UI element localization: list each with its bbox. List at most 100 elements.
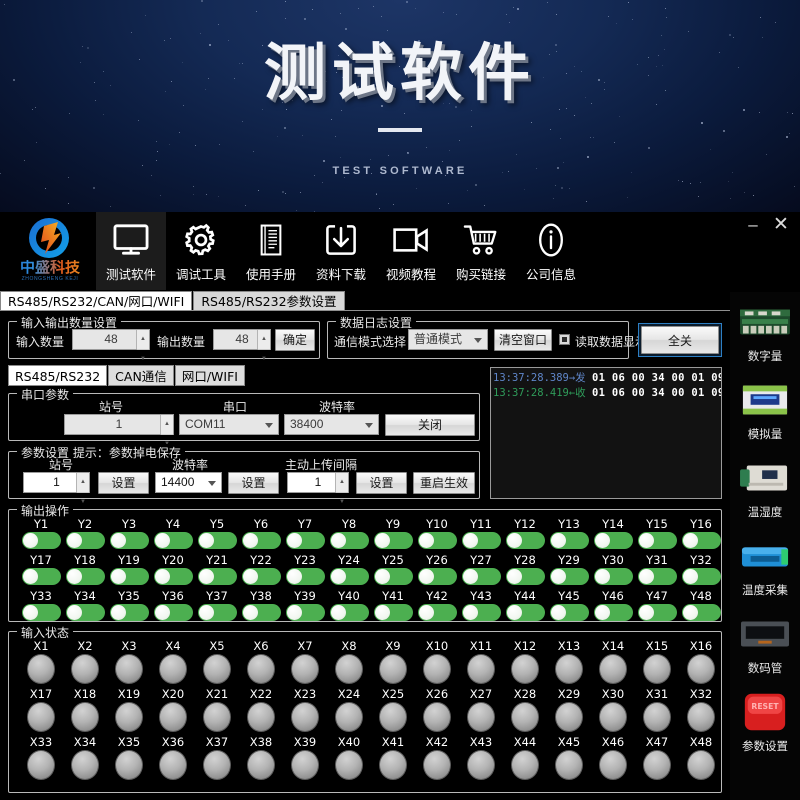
input-led[interactable] bbox=[247, 654, 275, 684]
input-led[interactable] bbox=[599, 654, 627, 684]
input-led[interactable] bbox=[71, 750, 99, 780]
io-count-confirm-button[interactable]: 确定 bbox=[275, 329, 315, 351]
output-toggle[interactable] bbox=[154, 532, 193, 549]
output-toggle[interactable] bbox=[594, 568, 633, 585]
input-led[interactable] bbox=[335, 702, 363, 732]
output-toggle[interactable] bbox=[506, 568, 545, 585]
output-toggle[interactable] bbox=[374, 532, 413, 549]
output-toggle[interactable] bbox=[638, 532, 677, 549]
output-toggle[interactable] bbox=[286, 604, 325, 621]
output-toggle[interactable] bbox=[462, 532, 501, 549]
sidebar-item-temp-acquisition[interactable]: 温度采集 bbox=[734, 528, 796, 604]
output-count-field[interactable]: 48 ▲ ▼ bbox=[213, 329, 271, 350]
input-led[interactable] bbox=[159, 654, 187, 684]
param-interval-set-button[interactable]: 设置 bbox=[356, 472, 407, 494]
input-led[interactable] bbox=[71, 654, 99, 684]
input-count-stepper[interactable]: ▲ ▼ bbox=[136, 330, 149, 349]
sidebar-item-seven-segment[interactable]: 数码管 bbox=[734, 606, 796, 682]
output-toggle[interactable] bbox=[330, 532, 369, 549]
all-off-button[interactable]: 全关 bbox=[641, 326, 719, 354]
sidebar-item-analog[interactable]: 模拟量 bbox=[734, 372, 796, 448]
output-toggle[interactable] bbox=[22, 532, 61, 549]
output-toggle[interactable] bbox=[682, 568, 721, 585]
input-led[interactable] bbox=[291, 654, 319, 684]
input-led[interactable] bbox=[423, 750, 451, 780]
output-toggle[interactable] bbox=[66, 568, 105, 585]
output-toggle[interactable] bbox=[374, 604, 413, 621]
input-led[interactable] bbox=[27, 654, 55, 684]
input-led[interactable] bbox=[203, 702, 231, 732]
tab-rs485-params[interactable]: RS485/RS232参数设置 bbox=[193, 291, 344, 310]
clear-window-button[interactable]: 清空窗口 bbox=[494, 329, 552, 351]
toolbar-item-purchase-link[interactable]: 购买链接 bbox=[446, 212, 516, 290]
param-baud-select[interactable]: 14400 bbox=[155, 472, 222, 493]
toolbar-item-test-software[interactable]: 测试软件 bbox=[96, 212, 166, 290]
tab-can[interactable]: CAN通信 bbox=[108, 365, 174, 386]
output-toggle[interactable] bbox=[594, 604, 633, 621]
output-toggle[interactable] bbox=[506, 532, 545, 549]
output-toggle[interactable] bbox=[330, 568, 369, 585]
input-led[interactable] bbox=[467, 750, 495, 780]
output-toggle[interactable] bbox=[418, 604, 457, 621]
input-led[interactable] bbox=[643, 750, 671, 780]
param-station-stepper[interactable]: ▲ ▼ bbox=[76, 473, 89, 492]
sidebar-item-param-settings[interactable]: RESET 参数设置 bbox=[734, 684, 796, 760]
input-led[interactable] bbox=[467, 702, 495, 732]
input-led[interactable] bbox=[599, 750, 627, 780]
input-led[interactable] bbox=[115, 654, 143, 684]
output-toggle[interactable] bbox=[242, 604, 281, 621]
serial-station-field[interactable]: 1 ▲▼ bbox=[64, 414, 174, 435]
output-toggle[interactable] bbox=[638, 568, 677, 585]
output-toggle[interactable] bbox=[22, 604, 61, 621]
input-led[interactable] bbox=[687, 702, 715, 732]
output-toggle[interactable] bbox=[550, 604, 589, 621]
input-led[interactable] bbox=[27, 702, 55, 732]
serial-station-stepper[interactable]: ▲▼ bbox=[160, 415, 173, 434]
input-led[interactable] bbox=[599, 702, 627, 732]
input-led[interactable] bbox=[379, 750, 407, 780]
input-led[interactable] bbox=[335, 750, 363, 780]
output-toggle[interactable] bbox=[506, 604, 545, 621]
output-toggle[interactable] bbox=[198, 532, 237, 549]
tab-ethernet-wifi[interactable]: 网口/WIFI bbox=[175, 365, 245, 386]
input-led[interactable] bbox=[379, 702, 407, 732]
output-toggle[interactable] bbox=[550, 532, 589, 549]
output-toggle[interactable] bbox=[110, 604, 149, 621]
close-button[interactable]: ✕ bbox=[770, 216, 792, 234]
input-led[interactable] bbox=[115, 702, 143, 732]
input-led[interactable] bbox=[203, 750, 231, 780]
input-led[interactable] bbox=[687, 750, 715, 780]
input-led[interactable] bbox=[203, 654, 231, 684]
param-station-field[interactable]: 1 ▲ ▼ bbox=[23, 472, 90, 493]
param-interval-field[interactable]: 1 ▲ ▼ bbox=[287, 472, 349, 493]
tab-rs485-main[interactable]: RS485/RS232/CAN/网口/WIFI bbox=[0, 291, 192, 310]
output-toggle[interactable] bbox=[66, 604, 105, 621]
input-led[interactable] bbox=[423, 654, 451, 684]
param-station-set-button[interactable]: 设置 bbox=[98, 472, 149, 494]
output-toggle[interactable] bbox=[330, 604, 369, 621]
output-toggle[interactable] bbox=[242, 568, 281, 585]
toolbar-item-debug-tool[interactable]: 调试工具 bbox=[166, 212, 236, 290]
serial-port-select[interactable]: COM11 bbox=[179, 414, 279, 435]
output-toggle[interactable] bbox=[242, 532, 281, 549]
output-toggle[interactable] bbox=[198, 568, 237, 585]
input-led[interactable] bbox=[423, 702, 451, 732]
output-toggle[interactable] bbox=[550, 568, 589, 585]
output-toggle[interactable] bbox=[418, 568, 457, 585]
output-toggle[interactable] bbox=[462, 568, 501, 585]
serial-close-button[interactable]: 关闭 bbox=[385, 414, 475, 436]
output-toggle[interactable] bbox=[66, 532, 105, 549]
input-led[interactable] bbox=[247, 750, 275, 780]
output-toggle[interactable] bbox=[286, 568, 325, 585]
output-toggle[interactable] bbox=[682, 604, 721, 621]
param-interval-stepper[interactable]: ▲ ▼ bbox=[335, 473, 348, 492]
input-led[interactable] bbox=[511, 750, 539, 780]
output-toggle[interactable] bbox=[286, 532, 325, 549]
input-led[interactable] bbox=[555, 654, 583, 684]
input-led[interactable] bbox=[115, 750, 143, 780]
toolbar-item-manual[interactable]: 使用手册 bbox=[236, 212, 306, 290]
tab-rs485-rs232[interactable]: RS485/RS232 bbox=[8, 365, 107, 386]
input-led[interactable] bbox=[643, 654, 671, 684]
toolbar-item-company-info[interactable]: 公司信息 bbox=[516, 212, 586, 290]
output-toggle[interactable] bbox=[110, 532, 149, 549]
